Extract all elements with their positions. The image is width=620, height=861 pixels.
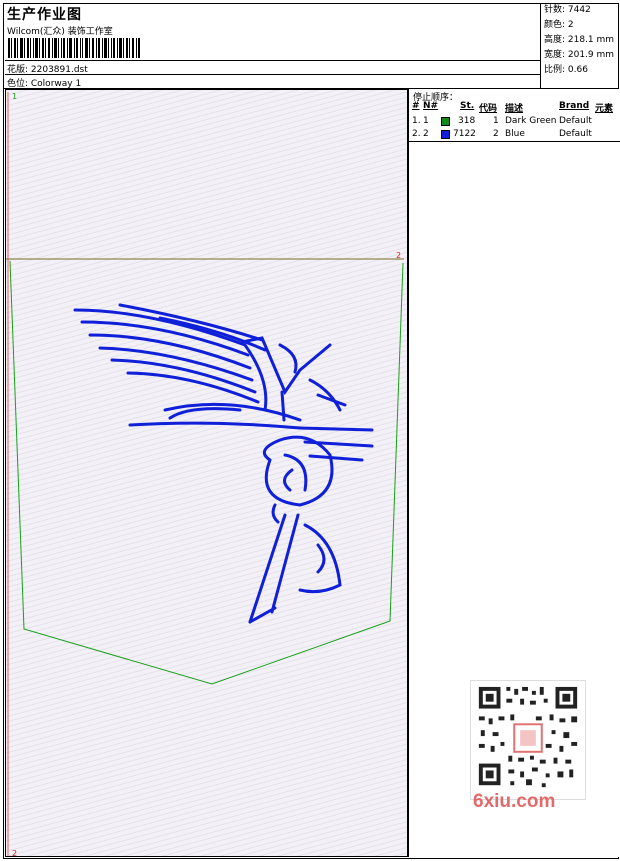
start-marker: 1 <box>12 92 17 101</box>
row1-code: 1 <box>493 116 499 126</box>
row2-color-swatch <box>441 130 450 139</box>
end-marker: 2 <box>12 849 17 858</box>
watermark-logo: 6xiu.com <box>473 791 556 812</box>
row1-color-swatch <box>441 117 450 126</box>
row2-st: 7122 <box>453 129 476 139</box>
col-header-num: # <box>412 101 420 111</box>
row2-desc: Blue <box>505 129 525 139</box>
row1-num: 1. <box>412 116 421 126</box>
col-header-brand: Brand <box>559 101 590 111</box>
row2-num: 2. <box>412 129 421 139</box>
col-header-code: 代码 <box>479 104 498 114</box>
row2-n: 2 <box>423 129 429 139</box>
stop-marker: 2 <box>396 251 401 260</box>
qr-code <box>470 680 586 800</box>
row2-brand: Default <box>559 129 592 139</box>
col-header-element: 元素 <box>595 104 614 114</box>
panel-divider <box>409 141 620 142</box>
embroidery-motif <box>73 303 374 624</box>
row2-code: 2 <box>493 129 499 139</box>
row1-desc: Dark Green <box>505 116 557 126</box>
row1-brand: Default <box>559 116 592 126</box>
row1-n: 1 <box>423 116 429 126</box>
row1-st: 318 <box>458 116 476 126</box>
col-header-n: N# <box>423 101 439 111</box>
col-header-desc: 描述 <box>505 104 524 114</box>
col-header-st: St. <box>460 101 475 111</box>
